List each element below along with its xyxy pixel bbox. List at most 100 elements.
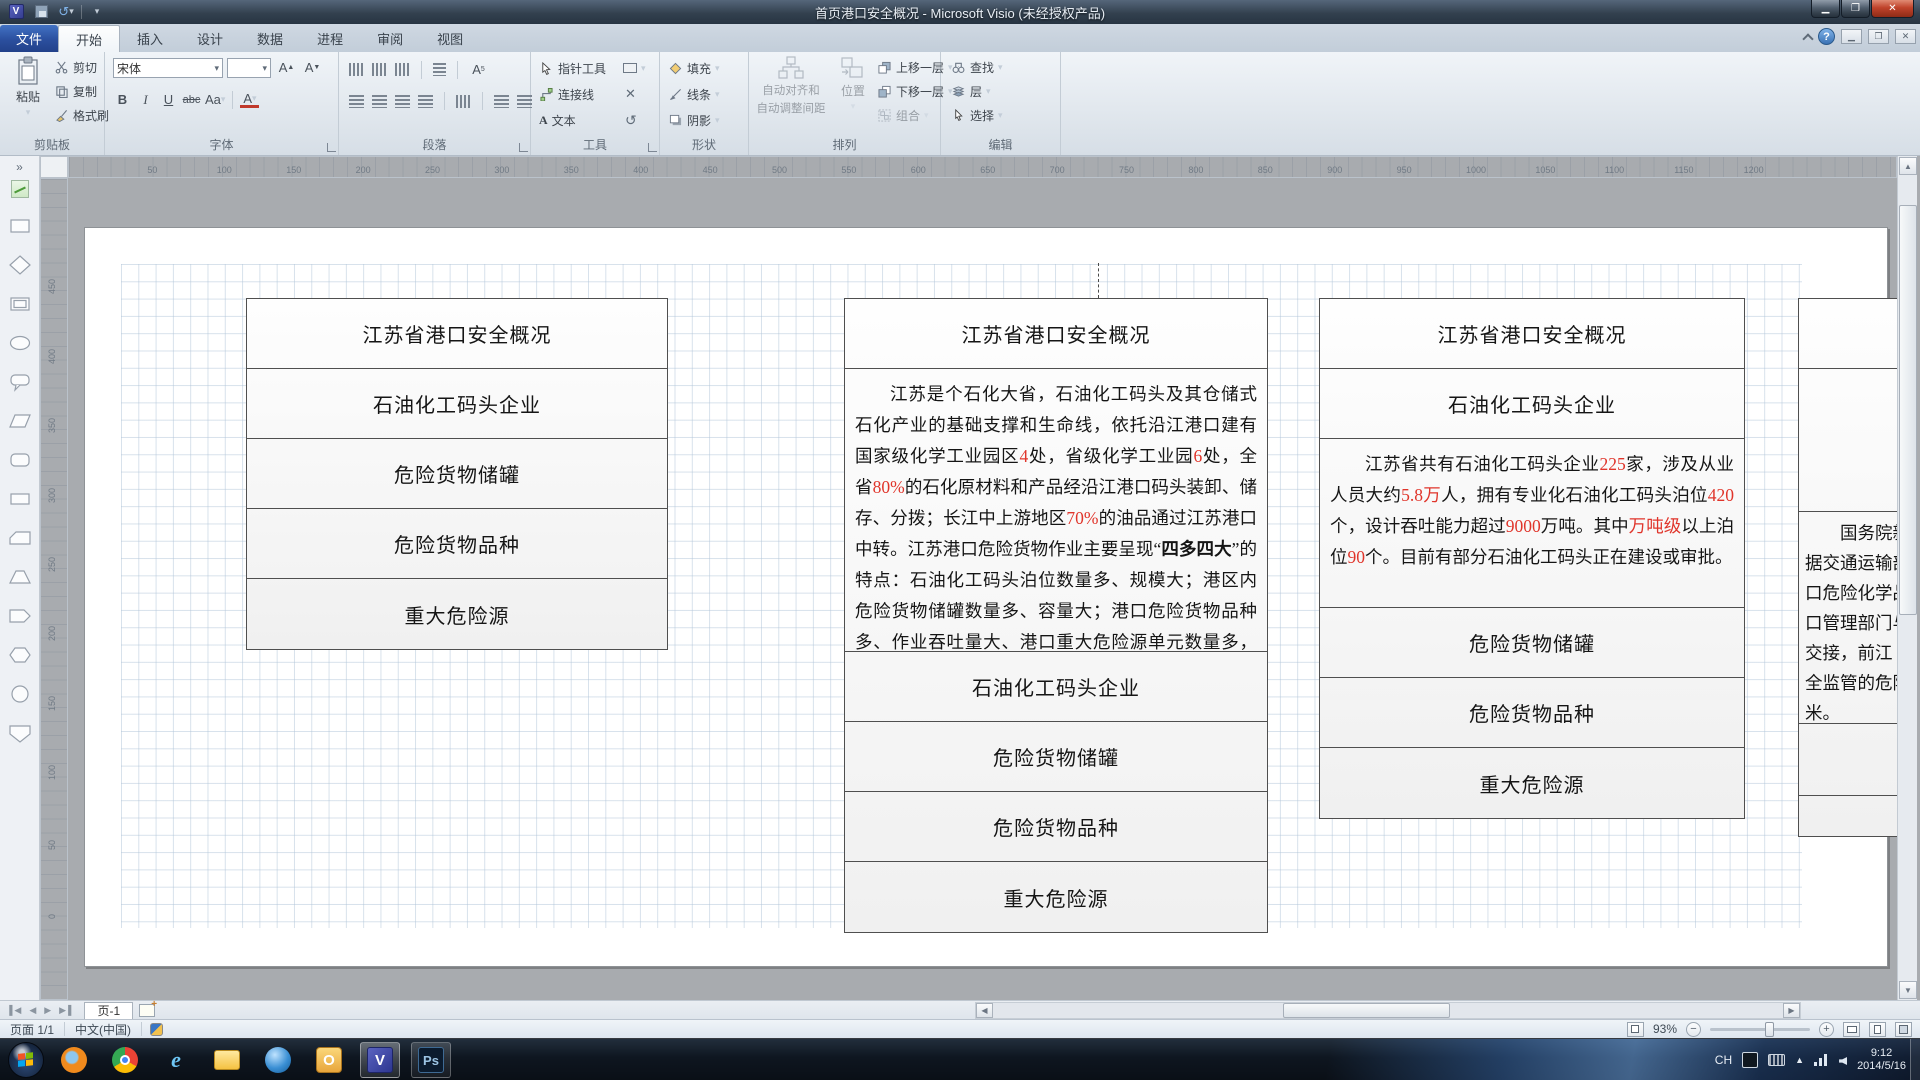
diagram-section-row[interactable]: 危险货物品种 (845, 792, 1267, 862)
stencil-shape-rectangle-2[interactable] (8, 488, 32, 513)
connection-point-button[interactable]: ✕ (625, 82, 636, 106)
doc-restore-button[interactable]: ❐ (1868, 29, 1889, 44)
diagram-section-row[interactable]: 重大危险源 (247, 579, 667, 649)
format-painter-button[interactable]: 格式刷 (54, 103, 109, 127)
tab-数据[interactable]: 数据 (240, 25, 300, 52)
stencil-shape-callout[interactable] (8, 371, 32, 396)
stencil-shape-card[interactable] (8, 527, 32, 552)
line-button[interactable]: 线条▾ (668, 82, 720, 106)
strikethrough-button[interactable]: abc (182, 90, 201, 109)
stencil-shape-arrow-pentagon[interactable] (8, 605, 32, 630)
taskbar-app-outlook[interactable]: O (309, 1042, 349, 1078)
character-spacing-icon[interactable]: A5 (469, 60, 488, 79)
show-hidden-icons[interactable]: ▲ (1795, 1055, 1804, 1065)
align-top-icon[interactable] (349, 63, 364, 76)
rotate-icon[interactable]: ↺ (625, 108, 637, 132)
paragraph-dialog-launcher[interactable] (519, 143, 528, 152)
align-middle-icon[interactable] (372, 63, 387, 76)
text-direction-icon[interactable] (456, 95, 471, 108)
align-bottom-icon[interactable] (395, 63, 410, 76)
taskbar-app-explorer[interactable] (207, 1042, 247, 1078)
taskbar-app-visio[interactable]: V (360, 1042, 400, 1078)
close-button[interactable]: ✕ (1871, 0, 1914, 18)
stencil-shape-framed-rectangle[interactable] (8, 293, 32, 318)
diagram-section-row[interactable]: 石油化工码头企业 (247, 369, 667, 439)
font-size-select[interactable]: ▾ (227, 58, 271, 78)
font-name-select[interactable]: 宋体▾ (113, 58, 223, 78)
stencil-shape-shield[interactable] (8, 722, 32, 747)
tab-进程[interactable]: 进程 (300, 25, 360, 52)
horizontal-ruler[interactable]: 5010015020025030035040045050055060065070… (68, 156, 1897, 178)
zoom-slider[interactable] (1710, 1028, 1810, 1031)
tab-设计[interactable]: 设计 (180, 25, 240, 52)
shrink-font-button[interactable]: A▼ (303, 58, 322, 77)
grow-font-button[interactable]: A▲ (277, 58, 296, 77)
vertical-scrollbar[interactable]: ▲ ▼ (1897, 156, 1917, 1000)
zoom-in-icon[interactable]: + (1819, 1022, 1834, 1037)
stencil-shape-diamond[interactable] (8, 254, 32, 279)
zoom-slider-thumb[interactable] (1765, 1022, 1774, 1037)
minimize-button[interactable]: ▁ (1811, 0, 1840, 18)
cut-button[interactable]: 剪切 (54, 55, 109, 79)
scroll-left-arrow[interactable]: ◀ (976, 1003, 993, 1018)
start-button[interactable] (8, 1042, 44, 1078)
shadow-button[interactable]: 阴影▾ (668, 108, 720, 132)
stencil-shape-rounded-rectangle[interactable] (8, 449, 32, 474)
paste-button[interactable]: 粘贴▾ (6, 56, 50, 118)
diagram-section-row[interactable]: 重大危险源 (1320, 748, 1744, 818)
scroll-right-arrow[interactable]: ▶ (1783, 1003, 1800, 1018)
diagram-section-lines[interactable]: 国务院新《据交通运输部和口危险化学品安口管理部门与安交接，前江全监管的危险货米。 (1799, 512, 1897, 724)
doc-minimize-button[interactable]: ▁ (1841, 29, 1862, 44)
diagram-section-title[interactable]: 江苏省港口安全概况 (845, 299, 1267, 369)
diagram-section-row[interactable]: 危险货物储罐 (247, 439, 667, 509)
stencil-shape-rectangle[interactable] (8, 215, 32, 240)
diagram-section-row[interactable]: 危险货物储罐 (845, 722, 1267, 792)
shapes-window-icon[interactable] (11, 180, 29, 198)
decrease-indent-icon[interactable] (494, 95, 509, 108)
page-indicator[interactable]: 页面 1/1 (0, 1021, 64, 1038)
language-tray-label[interactable]: CH (1715, 1053, 1732, 1067)
insert-page-icon[interactable] (139, 1004, 155, 1017)
page-mode-icon[interactable] (1627, 1022, 1644, 1037)
increase-indent-icon[interactable] (517, 95, 532, 108)
diagram-section-row[interactable]: 危险货物品种 (247, 509, 667, 579)
scroll-up-arrow[interactable]: ▲ (1899, 157, 1917, 175)
stencil-shape-parallelogram[interactable] (8, 410, 32, 435)
align-right-icon[interactable] (395, 95, 410, 108)
taskbar-app-firefox[interactable] (54, 1042, 94, 1078)
vertical-ruler[interactable]: 050100150200250300350400450 (40, 178, 68, 1000)
align-center-icon[interactable] (372, 95, 387, 108)
whole-page-icon[interactable] (1869, 1022, 1886, 1037)
copy-button[interactable]: 复制 (54, 79, 109, 103)
rectangle-tool-button[interactable]: ▾ (623, 56, 646, 80)
fit-page-icon[interactable] (1843, 1022, 1860, 1037)
taskbar-app-chrome[interactable] (105, 1042, 145, 1078)
bold-button[interactable]: B (113, 90, 132, 109)
connector-button[interactable]: 连接线 (539, 82, 594, 106)
align-left-icon[interactable] (349, 95, 364, 108)
text-tool-button[interactable]: A文本 (539, 108, 576, 132)
minimize-ribbon-icon[interactable] (1802, 32, 1812, 42)
font-dialog-launcher[interactable] (327, 143, 336, 152)
diagram-section-row[interactable]: 石油化工码头企业 (845, 652, 1267, 722)
taskbar-app-photoshop[interactable]: Ps (411, 1042, 451, 1078)
font-color-button[interactable]: A▾ (240, 92, 259, 108)
switch-windows-icon[interactable] (1895, 1022, 1912, 1037)
diagram-section-para[interactable]: 江苏省共有石油化工码头企业225家，涉及从业人员大约5.8万人，拥有专业化石油化… (1320, 439, 1744, 608)
first-page-icon[interactable]: ▐◀ (6, 1005, 23, 1016)
stencil-shape-circle[interactable] (8, 683, 32, 708)
file-tab[interactable]: 文件 (0, 25, 58, 52)
tab-视图[interactable]: 视图 (420, 25, 480, 52)
position-button[interactable]: 位置 ▾ (833, 56, 873, 112)
vertical-scroll-thumb[interactable] (1899, 205, 1917, 615)
horizontal-scrollbar[interactable]: ◀ ▶ (975, 1002, 1801, 1019)
tab-审阅[interactable]: 审阅 (360, 25, 420, 52)
change-case-button[interactable]: Aa▾ (205, 90, 225, 109)
italic-button[interactable]: I (136, 90, 155, 109)
find-button[interactable]: 查找▾ (951, 55, 1003, 79)
tab-插入[interactable]: 插入 (120, 25, 180, 52)
diagram-section-row[interactable]: 重大危险源 (845, 862, 1267, 932)
diagram-section-row[interactable]: 危险货物储罐 (1320, 608, 1744, 678)
stencil-shape-hexagon[interactable] (8, 644, 32, 669)
diagram-section-para[interactable]: 江苏是个石化大省，石油化工码头及其仓储式石化产业的基础支撑和生命线，依托沿江港口… (845, 369, 1267, 652)
